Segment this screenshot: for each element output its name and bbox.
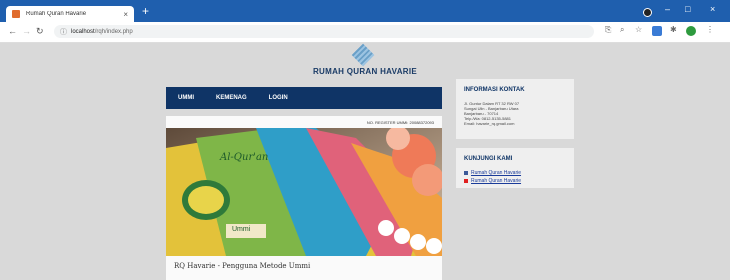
menu-icon[interactable]: ⋮ <box>706 25 714 34</box>
contact-widget: INFORMASI KONTAK Jl. Guntur Dalam RT 32 … <box>456 79 574 139</box>
profile-icon[interactable] <box>643 8 652 17</box>
main-navbar: UMMI KEMENAG LOGIN <box>166 87 442 109</box>
browser-tab[interactable]: Rumah Quran Havarie × <box>6 6 134 22</box>
site-logo-icon <box>351 43 375 67</box>
minimize-button[interactable]: – <box>665 4 670 14</box>
zoom-icon[interactable]: ⌕ <box>620 25 624 35</box>
address-toolbar: ← → ↻ ⓘ localhost /rqh/index.php ⎘ ⌕ ☆ ✱… <box>0 22 730 43</box>
extension-icon[interactable] <box>652 26 662 36</box>
window-close-button[interactable]: × <box>710 4 715 14</box>
site-info-icon[interactable]: ⓘ <box>60 27 67 37</box>
back-icon[interactable]: ← <box>8 26 17 36</box>
maximize-button[interactable]: □ <box>685 4 690 14</box>
site-favicon-icon <box>12 10 20 18</box>
post-title[interactable]: RQ Havarie - Pengguna Metode Ummi <box>174 262 310 270</box>
visit-title: KUNJUNGI KAMI <box>464 156 513 162</box>
facebook-icon <box>464 171 468 175</box>
nav-item-ummi[interactable]: UMMI <box>178 95 194 101</box>
translate-icon[interactable]: ⎘ <box>605 25 611 35</box>
site-title: RUMAH QURAN HAVARIE <box>312 67 418 76</box>
youtube-link[interactable]: Rumah Quran Havarie <box>464 178 521 184</box>
register-number: NO. REGISTER UMMI: 20088372093 <box>366 120 434 125</box>
youtube-icon <box>464 179 468 183</box>
photo-label-ummi: Ummi <box>232 226 251 233</box>
visit-widget: KUNJUNGI KAMI Rumah Quran Havarie Rumah … <box>456 148 574 188</box>
forward-icon[interactable]: → <box>22 26 31 36</box>
account-avatar[interactable] <box>686 26 696 36</box>
url-host: localhost <box>71 28 95 35</box>
bookmark-star-icon[interactable]: ☆ <box>635 25 642 34</box>
address-bar[interactable]: ⓘ localhost /rqh/index.php <box>54 25 594 38</box>
url-path: /rqh/index.php <box>94 28 133 35</box>
puzzle-icon[interactable]: ✱ <box>670 25 677 34</box>
nav-item-kemenag[interactable]: KEMENAG <box>216 95 247 101</box>
nav-item-login[interactable]: LOGIN <box>269 95 288 101</box>
photo-illustration <box>166 128 442 256</box>
contact-details: Jl. Guntur Dalam RT 32 RW 07 Sungai Ulin… <box>464 101 520 126</box>
new-tab-button[interactable]: + <box>142 5 149 17</box>
facebook-link-label: Rumah Quran Havarie <box>471 170 522 176</box>
reload-icon[interactable]: ↻ <box>36 26 44 37</box>
post-photo[interactable]: Al-Qur'an Ummi <box>166 128 442 256</box>
tab-close-icon[interactable]: × <box>123 10 128 19</box>
page-body: RUMAH QURAN HAVARIE UMMI KEMENAG LOGIN N… <box>0 43 730 280</box>
browser-tab-bar: Rumah Quran Havarie × + – □ × <box>0 0 730 22</box>
youtube-link-label: Rumah Quran Havarie <box>471 178 522 184</box>
facebook-link[interactable]: Rumah Quran Havarie <box>464 170 521 176</box>
photo-label: Al-Qur'an <box>220 152 269 163</box>
post-card: NO. REGISTER UMMI: 20088372093 Al-Qur'an… <box>166 116 442 280</box>
contact-title: INFORMASI KONTAK <box>464 87 525 93</box>
tab-title: Rumah Quran Havarie <box>26 11 87 17</box>
